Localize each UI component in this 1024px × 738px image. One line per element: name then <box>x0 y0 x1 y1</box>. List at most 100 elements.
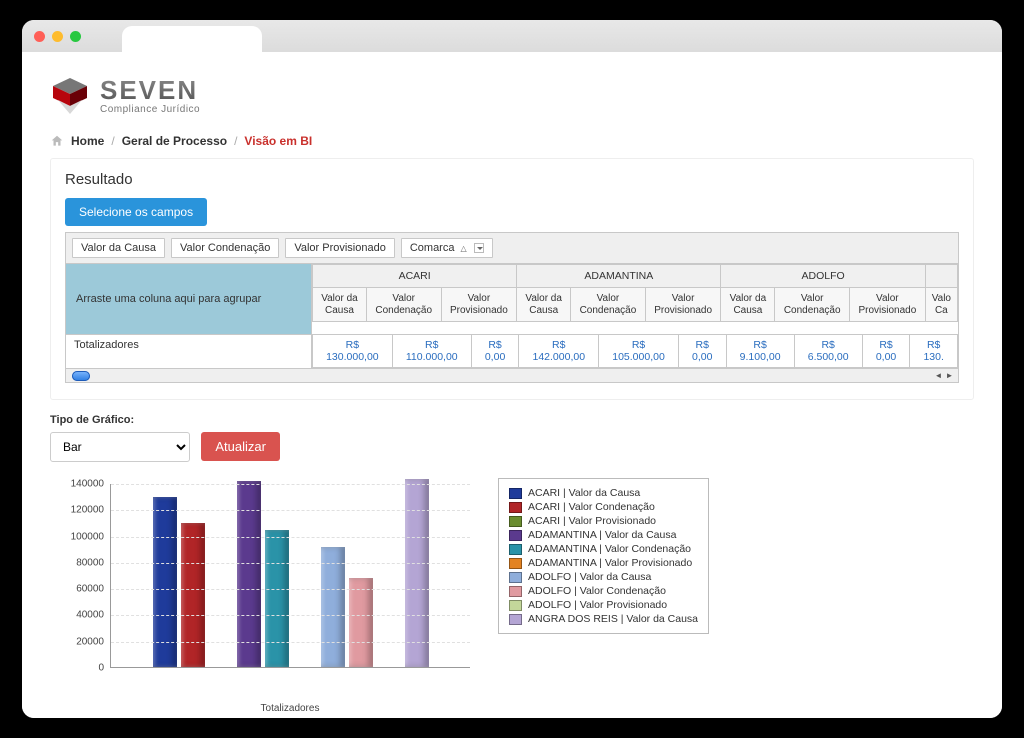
browser-window: SEVEN Compliance Jurídico Home / Geral d… <box>22 20 1002 718</box>
result-panel: Resultado Selecione os campos Valor da C… <box>50 158 974 400</box>
bar-chart: 020000400006000080000100000120000140000 … <box>50 478 480 698</box>
legend-swatch-icon <box>509 516 522 527</box>
cell: R$ 0,00 <box>678 335 726 368</box>
legend-item: ADOLFO | Valor da Causa <box>509 571 698 583</box>
chart-controls: Tipo de Gráfico: Bar Atualizar <box>50 414 974 462</box>
legend-label: ADAMANTINA | Valor Provisionado <box>528 557 692 569</box>
data-table-values: R$ 130.000,00 R$ 110.000,00 R$ 0,00 R$ 1… <box>312 334 958 368</box>
y-tick-label: 60000 <box>76 584 104 595</box>
cell-partial: R$ 130. <box>910 335 958 368</box>
browser-tabbar <box>22 20 1002 52</box>
window-controls <box>34 31 81 42</box>
tag-valor-provisionado[interactable]: Valor Provisionado <box>285 238 395 258</box>
legend-item: ACARI | Valor Condenação <box>509 501 698 513</box>
y-tick-label: 20000 <box>76 636 104 647</box>
bars-container <box>111 484 470 667</box>
legend-item: ADOLFO | Valor Provisionado <box>509 599 698 611</box>
breadcrumb: Home / Geral de Processo / Visão em BI <box>50 134 974 148</box>
y-tick-label: 140000 <box>71 479 104 490</box>
breadcrumb-mid[interactable]: Geral de Processo <box>122 134 227 148</box>
legend-swatch-icon <box>509 530 522 541</box>
chart-bar <box>237 481 261 667</box>
grid-line <box>111 510 470 511</box>
legend-swatch-icon <box>509 488 522 499</box>
chart-bar <box>265 530 289 667</box>
y-tick-label: 80000 <box>76 557 104 568</box>
maximize-window-button[interactable] <box>70 31 81 42</box>
scroll-right-icon[interactable]: ► <box>944 370 955 381</box>
group-header: ACARI <box>313 265 517 288</box>
legend-label: ANGRA DOS REIS | Valor da Causa <box>528 613 698 625</box>
legend-label: ACARI | Valor da Causa <box>528 487 640 499</box>
drag-hint: Arraste uma coluna aqui para agrupar <box>76 293 261 305</box>
select-fields-button[interactable]: Selecione os campos <box>65 198 207 226</box>
data-table: ACARI ADAMANTINA ADOLFO Valor da Causa V… <box>312 264 958 322</box>
legend-swatch-icon <box>509 586 522 597</box>
grid-line <box>111 537 470 538</box>
chart-type-label: Tipo de Gráfico: <box>50 414 974 426</box>
legend-item: ACARI | Valor da Causa <box>509 487 698 499</box>
legend-swatch-icon <box>509 614 522 625</box>
browser-tab[interactable] <box>122 26 262 52</box>
breadcrumb-sep: / <box>234 134 237 148</box>
tag-valor-condenacao[interactable]: Valor Condenação <box>171 238 279 258</box>
chart-legend: ACARI | Valor da Causa ACARI | Valor Cond… <box>498 478 709 634</box>
grid-line <box>111 642 470 643</box>
scrollbar-thumb[interactable] <box>72 371 90 381</box>
dropdown-icon[interactable] <box>474 243 484 253</box>
y-tick-label: 40000 <box>76 610 104 621</box>
scroll-left-icon[interactable]: ◄ <box>933 370 944 381</box>
cell: R$ 142.000,00 <box>519 335 599 368</box>
legend-swatch-icon <box>509 502 522 513</box>
tag-valor-causa[interactable]: Valor da Causa <box>72 238 165 258</box>
close-window-button[interactable] <box>34 31 45 42</box>
legend-swatch-icon <box>509 544 522 555</box>
sub-header-partial: Valo Ca <box>925 288 957 322</box>
tag-comarca[interactable]: Comarca △ <box>401 238 493 258</box>
drag-group-zone[interactable]: Arraste uma coluna aqui para agrupar <box>66 264 312 334</box>
sub-header: Valor Condenação <box>366 288 441 322</box>
total-row-label: Totalizadores <box>66 334 312 368</box>
chart-bar <box>405 479 429 667</box>
sub-header: Valor Provisionado <box>849 288 925 322</box>
legend-swatch-icon <box>509 558 522 569</box>
sub-header: Valor Provisionado <box>441 288 517 322</box>
breadcrumb-home[interactable]: Home <box>71 134 104 148</box>
minimize-window-button[interactable] <box>52 31 63 42</box>
x-axis-label: Totalizadores <box>110 703 470 714</box>
legend-item: ANGRA DOS REIS | Valor da Causa <box>509 613 698 625</box>
legend-label: ACARI | Valor Provisionado <box>528 515 656 527</box>
legend-item: ACARI | Valor Provisionado <box>509 515 698 527</box>
legend-item: ADAMANTINA | Valor Provisionado <box>509 557 698 569</box>
chart-type-select[interactable]: Bar <box>51 433 189 461</box>
chart-type-select-wrap: Bar <box>50 432 190 462</box>
group-header: ADOLFO <box>721 265 925 288</box>
cell: R$ 130.000,00 <box>313 335 393 368</box>
cell: R$ 9.100,00 <box>726 335 794 368</box>
legend-label: ADOLFO | Valor Condenação <box>528 585 666 597</box>
y-axis: 020000400006000080000100000120000140000 <box>50 478 108 668</box>
sub-header: Valor Condenação <box>571 288 646 322</box>
logo: SEVEN Compliance Jurídico <box>50 76 974 116</box>
sub-header: Valor da Causa <box>313 288 367 322</box>
page-content: SEVEN Compliance Jurídico Home / Geral d… <box>22 52 1002 718</box>
grid-line <box>111 615 470 616</box>
update-button[interactable]: Atualizar <box>201 432 280 461</box>
legend-item: ADAMANTINA | Valor Condenação <box>509 543 698 555</box>
group-header-partial <box>925 265 957 288</box>
group-header: ADAMANTINA <box>517 265 721 288</box>
legend-swatch-icon <box>509 600 522 611</box>
sub-header: Valor Condenação <box>775 288 850 322</box>
horizontal-scrollbar[interactable]: ◄ ► <box>66 368 958 382</box>
y-tick-label: 0 <box>98 663 104 674</box>
sub-header: Valor da Causa <box>721 288 775 322</box>
cell: R$ 110.000,00 <box>392 335 471 368</box>
cell: R$ 105.000,00 <box>599 335 679 368</box>
column-tag-row: Valor da Causa Valor Condenação Valor Pr… <box>66 233 958 264</box>
logo-mark-icon <box>50 76 90 116</box>
chart-area: 020000400006000080000100000120000140000 … <box>50 478 974 698</box>
legend-label: ADAMANTINA | Valor Condenação <box>528 543 691 555</box>
legend-swatch-icon <box>509 572 522 583</box>
logo-subtitle: Compliance Jurídico <box>100 105 200 115</box>
grid-line <box>111 563 470 564</box>
